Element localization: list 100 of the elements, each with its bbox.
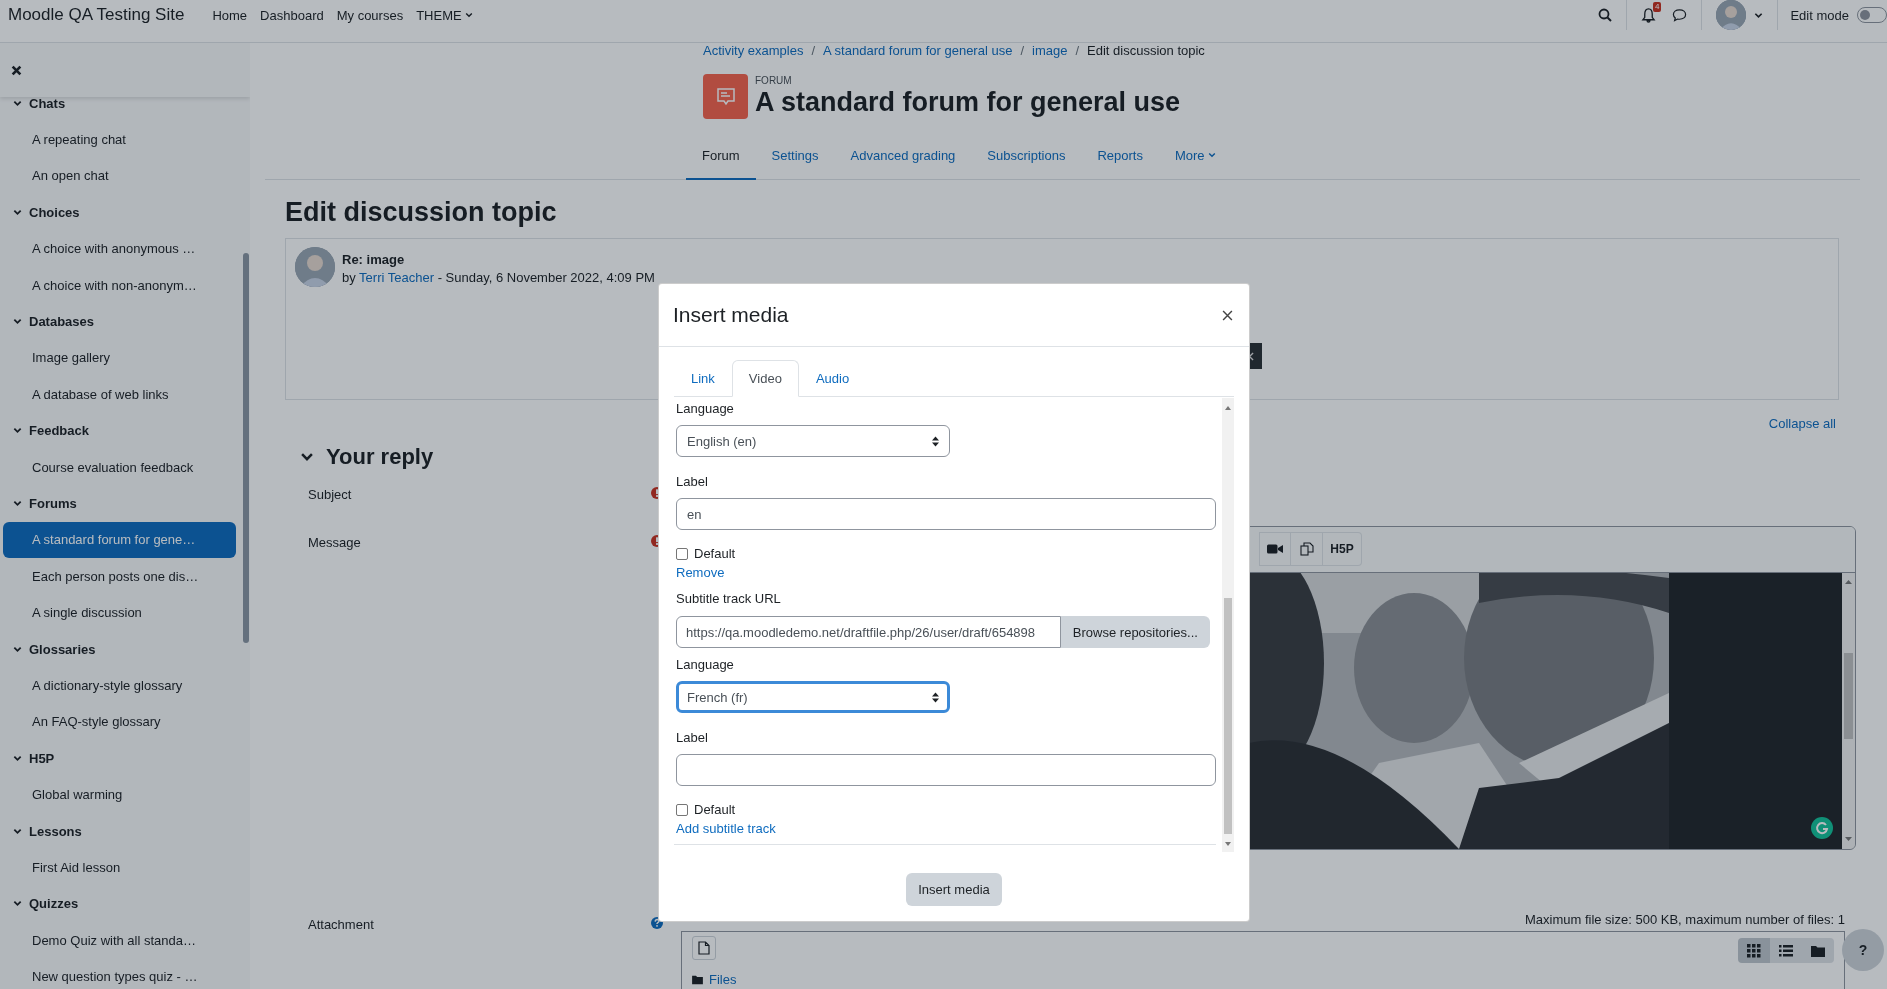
nav-link[interactable]: THEME <box>416 7 473 23</box>
browse-button[interactable]: Browse repositories... <box>1060 616 1210 648</box>
nav-tab[interactable]: Reports <box>1081 132 1159 180</box>
field-label: Label <box>676 729 709 747</box>
breadcrumb-link[interactable]: image <box>1032 42 1068 58</box>
list-view-icon <box>1779 943 1793 958</box>
nav-tab[interactable]: Subscriptions <box>971 132 1082 180</box>
sidebar-item[interactable]: A database of web links <box>3 376 236 413</box>
activity-title: A standard forum for general use <box>755 86 1181 118</box>
sidebar-item[interactable]: An FAQ-style glossary <box>3 703 236 741</box>
language-select[interactable]: French (fr) <box>676 681 950 713</box>
author-link[interactable]: Terri Teacher <box>359 270 434 285</box>
nav-link[interactable]: My courses <box>336 7 404 23</box>
site-name[interactable]: Moodle QA Testing Site <box>8 5 185 25</box>
field-label: Label <box>676 473 709 491</box>
language-select[interactable]: English (en) <box>676 425 950 457</box>
breadcrumb-separator: / <box>811 42 816 58</box>
sidebar-item[interactable]: A choice with non-anonym… <box>3 266 236 304</box>
field-label: Message <box>308 534 362 552</box>
view-button[interactable] <box>1738 938 1770 963</box>
sidebar-item[interactable]: Demo Quiz with all standa… <box>3 922 236 959</box>
post-subject: Re: image <box>342 252 406 267</box>
section-title[interactable]: Lessons <box>29 823 82 839</box>
video-camera-icon <box>1267 543 1283 555</box>
section-title[interactable]: H5P <box>29 750 55 766</box>
dialog-tab[interactable]: Video <box>731 360 799 397</box>
help-button[interactable]: ? <box>1842 929 1884 971</box>
section-heading[interactable]: Your reply <box>326 442 434 472</box>
nav-tab[interactable]: More <box>1158 132 1232 180</box>
file-icon <box>698 941 710 955</box>
field-label: Subject <box>308 486 353 504</box>
sidebar-item[interactable]: A choice with anonymous … <box>3 230 236 267</box>
avatar <box>1716 0 1747 30</box>
nav-link[interactable]: Home <box>212 7 248 23</box>
chat-bubble-icon <box>1672 7 1688 23</box>
nav-link[interactable]: Dashboard <box>260 7 324 23</box>
edit-mode-label: Edit mode <box>1790 7 1849 23</box>
breadcrumb-link[interactable]: A standard forum for general use <box>823 42 1013 58</box>
sidebar-item[interactable]: An open chat <box>3 157 236 195</box>
sidebar-item[interactable]: Global warming <box>3 776 236 813</box>
collapse-all-link[interactable]: Collapse all <box>1768 416 1836 431</box>
nav-tab[interactable]: Forum <box>686 132 756 180</box>
section-title[interactable]: Glossaries <box>29 641 96 657</box>
field-label: Language <box>676 656 735 674</box>
breadcrumb-link[interactable]: Activity examples <box>703 42 804 58</box>
up-down-arrows-icon <box>932 435 939 447</box>
field-label: Subtitle track URL <box>676 590 782 608</box>
sidebar-item[interactable]: Image gallery <box>3 339 236 377</box>
file-limits: Maximum file size: 500 KB, maximum number of files: 1 <box>1523 912 1846 928</box>
section-title[interactable]: Databases <box>29 314 95 330</box>
folder-link[interactable]: Files <box>709 972 737 987</box>
insert-media-button[interactable]: Insert media <box>906 873 1002 906</box>
nav-tab[interactable]: Settings <box>755 132 835 180</box>
sidebar-item[interactable]: New question types quiz - … <box>3 958 236 989</box>
view-button[interactable] <box>1770 938 1802 963</box>
notification-badge: 4 <box>1653 1 1662 12</box>
post-byline: by <box>342 270 357 285</box>
forum-icon <box>703 74 748 119</box>
checkbox-label: Default <box>694 802 736 817</box>
folder-icon <box>1811 943 1825 958</box>
dialog-tab[interactable]: Audio <box>798 360 867 397</box>
checkbox[interactable] <box>676 547 688 560</box>
view-button[interactable] <box>1802 938 1834 963</box>
dialog-tab[interactable]: Link <box>674 360 732 397</box>
sidebar-item[interactable]: A repeating chat <box>3 121 236 158</box>
search-icon <box>1598 8 1613 22</box>
section-title[interactable]: Quizzes <box>29 896 79 912</box>
sidebar-item[interactable]: Each person posts one dis… <box>3 558 236 595</box>
sidebar-item[interactable]: A single discussion <box>3 594 236 631</box>
field-label: Language <box>676 400 735 418</box>
up-down-arrows-icon <box>932 691 939 703</box>
label-field[interactable] <box>676 754 1216 786</box>
dialog-title: Insert media <box>673 303 789 327</box>
text-link[interactable]: Remove <box>676 564 1210 582</box>
video-button[interactable] <box>1259 532 1291 566</box>
post-date: - Sunday, 6 November 2022, 4:09 PM <box>436 270 655 285</box>
activity-type: FORUM <box>755 75 793 86</box>
sidebar-item[interactable]: A standard forum for gene… <box>3 521 236 559</box>
h5p-button[interactable]: H5P <box>1323 532 1362 566</box>
checkbox-label: Default <box>694 546 736 561</box>
grid-view-icon <box>1747 943 1761 958</box>
sidebar-item[interactable]: Course evaluation feedback <box>3 448 236 486</box>
field-label: Attachment <box>308 916 375 934</box>
label-field[interactable]: en <box>676 498 1216 530</box>
section-title[interactable]: Forums <box>29 496 77 511</box>
section-title[interactable]: Feedback <box>29 423 89 439</box>
url-field[interactable]: https://qa.moodledemo.net/draftfile.php/26/user/draft/654898 <box>676 616 1061 648</box>
section-title[interactable]: Choices <box>29 204 80 220</box>
breadcrumb-separator: / <box>1020 42 1024 58</box>
section-title[interactable]: Chats <box>29 95 66 111</box>
sidebar-item[interactable]: First Aid lesson <box>3 849 236 886</box>
page-title: Edit discussion topic <box>285 196 558 229</box>
bell-icon <box>1641 7 1657 23</box>
author-avatar <box>295 247 335 287</box>
sidebar-item[interactable]: A dictionary-style glossary <box>3 667 236 704</box>
copy-icon <box>1299 542 1314 556</box>
text-link[interactable]: Add subtitle track <box>676 820 1210 838</box>
nav-tab[interactable]: Advanced grading <box>834 132 972 180</box>
checkbox[interactable] <box>676 803 688 816</box>
add-file-button[interactable] <box>692 936 716 960</box>
